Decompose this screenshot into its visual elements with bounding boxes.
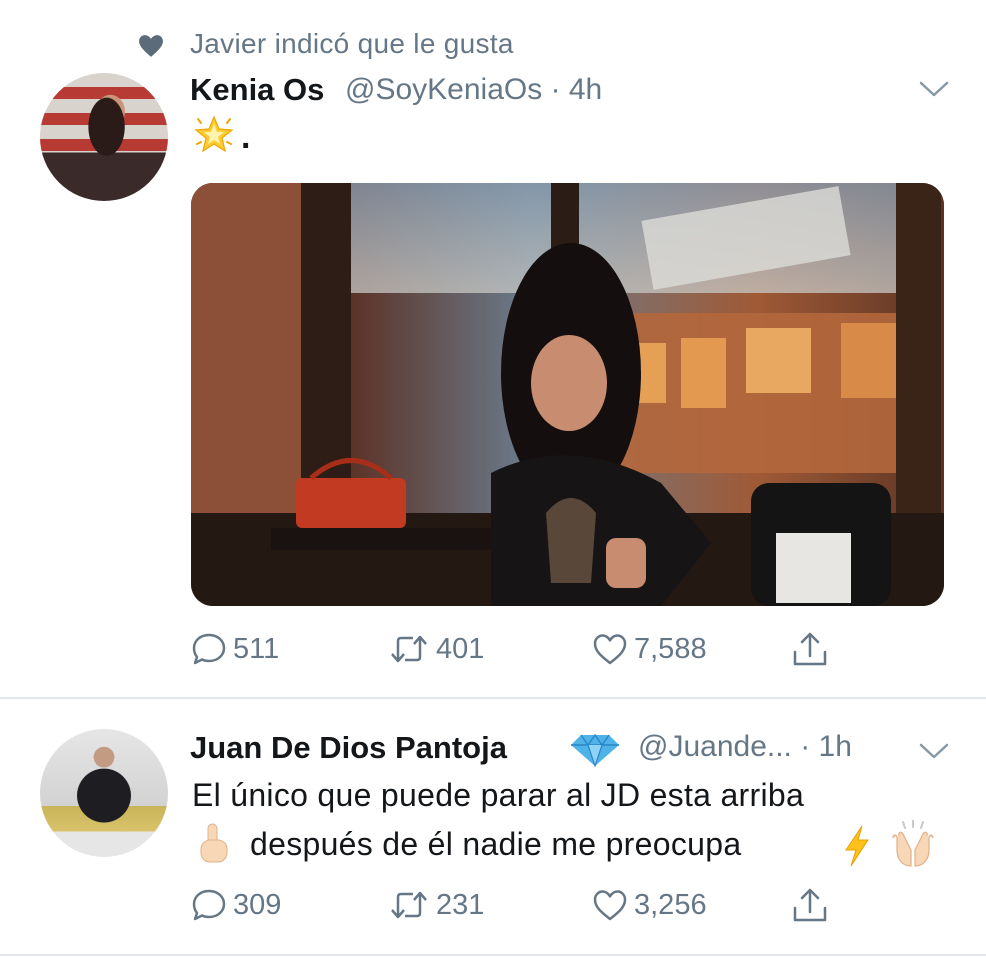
share-icon (793, 632, 827, 666)
reply-icon (192, 633, 226, 665)
handle-and-time[interactable]: @Juande... · 1h (638, 730, 852, 764)
reply-button[interactable]: 511 (191, 632, 279, 666)
retweet-count: 231 (436, 888, 485, 921)
tweet-text-line: después de él nadie me preocupa (250, 826, 742, 862)
gem-stone-icon (571, 733, 619, 767)
like-count: 3,256 (634, 888, 707, 921)
heart-outline-icon (593, 634, 627, 665)
tweet-text-line: El único que puede parar al JD esta arri… (192, 777, 805, 813)
retweet-count: 401 (436, 632, 485, 665)
chevron-down-icon[interactable] (918, 78, 950, 100)
share-button[interactable] (790, 630, 836, 668)
reply-icon (192, 889, 226, 921)
chevron-down-icon[interactable] (918, 740, 950, 762)
share-icon (793, 888, 827, 922)
pointing-up-icon (200, 823, 228, 863)
avatar[interactable] (40, 73, 168, 201)
handle-and-time[interactable]: @SoyKeniaOs · 4h (345, 73, 602, 107)
tweet-media[interactable] (191, 183, 944, 606)
retweet-icon (391, 635, 427, 663)
raising-hands-icon (892, 820, 934, 867)
display-name[interactable]: Juan De Dios Pantoja (190, 730, 507, 766)
reply-count: 309 (233, 888, 282, 921)
like-button[interactable]: 7,588 (592, 632, 707, 666)
like-count: 7,588 (634, 632, 707, 665)
reply-button[interactable]: 309 (191, 888, 281, 922)
like-button[interactable]: 3,256 (592, 888, 707, 922)
tweet-text: . (241, 118, 251, 156)
heart-outline-icon (593, 890, 627, 921)
display-name[interactable]: Kenia Os (190, 72, 324, 108)
reply-count: 511 (233, 632, 280, 665)
social-context-label[interactable]: Javier indicó que le gusta (190, 28, 514, 60)
glowing-star-icon (194, 115, 234, 153)
heart-icon (139, 35, 163, 57)
retweet-button[interactable]: 401 (388, 632, 484, 666)
share-button[interactable] (790, 886, 836, 924)
high-voltage-icon (845, 825, 869, 867)
retweet-button[interactable]: 231 (388, 888, 484, 922)
avatar[interactable] (40, 729, 168, 857)
tweet-divider (0, 697, 986, 699)
tweet-divider (0, 954, 986, 956)
retweet-icon (391, 891, 427, 919)
